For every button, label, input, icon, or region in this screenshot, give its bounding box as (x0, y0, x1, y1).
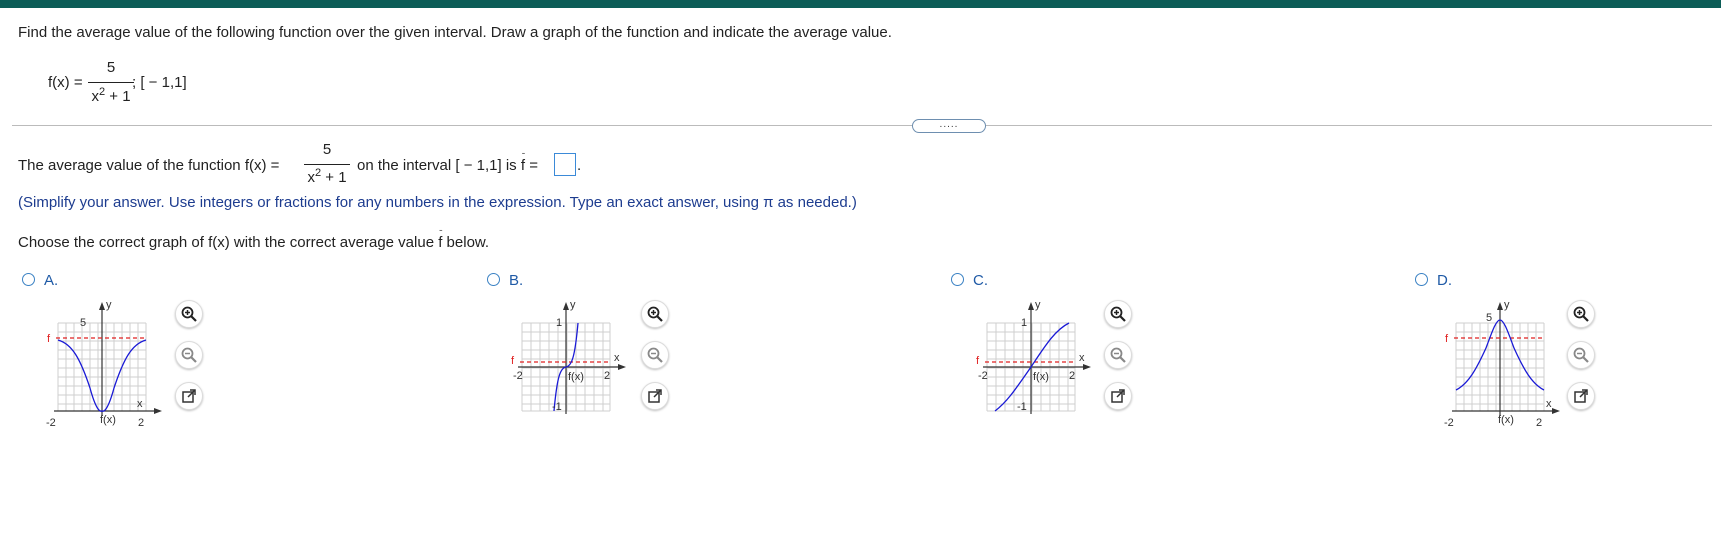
y-axis-label: y (570, 299, 576, 311)
x-axis-label: x (137, 398, 143, 410)
x-axis-label: x (1546, 398, 1552, 410)
avg-label: f (511, 355, 515, 367)
avg-label: f (47, 333, 51, 345)
section-divider (12, 125, 1712, 126)
graph-d: y 5 f x -2 f(x) 2 (1444, 299, 1560, 429)
question-prompt: Find the average value of the following … (18, 24, 892, 41)
x-max-label: 2 (138, 417, 144, 429)
function-lhs: f(x) = (48, 74, 83, 91)
answer-period: . (577, 157, 582, 174)
option-d-zoom-out-button[interactable] (1567, 341, 1595, 369)
option-a-label: A. (44, 272, 59, 289)
option-c-radio[interactable] (951, 273, 964, 286)
popout-icon (1111, 389, 1125, 403)
zoom-in-icon (1110, 306, 1126, 322)
answer-denominator: x2 + 1 (307, 167, 347, 186)
f-bar-symbol: ˉf = (520, 152, 538, 174)
option-b-label: B. (509, 272, 524, 289)
option-c-popout-button[interactable] (1104, 382, 1132, 410)
graph-a: y 5 f x -2 f(x) 2 (46, 299, 162, 429)
y-tick-label: 5 (1486, 312, 1492, 324)
choose-prompt: Choose the correct graph of f(x) with th… (18, 229, 490, 251)
function-interval: ; [ − 1,1] (132, 74, 187, 91)
avg-label: f (1445, 333, 1449, 345)
y-tick-top: 1 (1021, 317, 1027, 329)
option-d-label: D. (1437, 272, 1452, 289)
option-d-radio[interactable] (1415, 273, 1428, 286)
y-tick-label: 5 (80, 317, 86, 329)
function-fraction: 5 x2 + 1 (88, 59, 134, 109)
y-tick-top: 1 (556, 317, 562, 329)
option-b-popout-button[interactable] (641, 382, 669, 410)
fn-label: f(x) (1498, 414, 1514, 426)
average-value-input[interactable] (554, 153, 576, 176)
y-axis-label: y (106, 299, 112, 311)
graph-c: y 1 f x -2 f(x) 2 -1 (976, 299, 1091, 414)
option-d-popout-button[interactable] (1567, 382, 1595, 410)
option-b-zoom-in-button[interactable] (641, 300, 669, 328)
fn-label: f(x) (100, 414, 116, 426)
option-b-radio[interactable] (487, 273, 500, 286)
x-min-label: -2 (978, 370, 988, 382)
zoom-out-icon (1573, 347, 1589, 363)
y-tick-bottom: -1 (1017, 401, 1027, 413)
option-a-radio[interactable] (22, 273, 35, 286)
instruction-text: (Simplify your answer. Use integers or f… (18, 194, 857, 211)
x-min-label: -2 (46, 417, 56, 429)
zoom-in-icon (1573, 306, 1589, 322)
answer-lead-text: The average value of the function f(x) = (18, 157, 280, 174)
popout-icon (182, 389, 196, 403)
graph-b: y 1 f x -2 f(x) 2 -1 (511, 299, 626, 414)
option-c-zoom-out-button[interactable] (1104, 341, 1132, 369)
option-c-label: C. (973, 272, 988, 289)
option-a-zoom-in-button[interactable] (175, 300, 203, 328)
zoom-out-icon (181, 347, 197, 363)
option-c-zoom-in-button[interactable] (1104, 300, 1132, 328)
fn-label: f(x) (1033, 371, 1049, 383)
x-max-label: 2 (1536, 417, 1542, 429)
top-accent-bar (0, 0, 1721, 8)
option-a-popout-button[interactable] (175, 382, 203, 410)
fn-label: f(x) (568, 371, 584, 383)
option-d-zoom-in-button[interactable] (1567, 300, 1595, 328)
zoom-in-icon (647, 306, 663, 322)
y-axis-label: y (1504, 299, 1510, 311)
y-axis-label: y (1035, 299, 1041, 311)
answer-trail-text: on the interval [ − 1,1] is ˉf = (357, 152, 538, 174)
function-numerator: 5 (106, 59, 116, 76)
zoom-out-icon (647, 347, 663, 363)
popout-icon (648, 389, 662, 403)
zoom-out-icon (1110, 347, 1126, 363)
option-a-zoom-out-button[interactable] (175, 341, 203, 369)
x-axis-label: x (614, 352, 620, 364)
option-b-zoom-out-button[interactable] (641, 341, 669, 369)
x-min-label: -2 (1444, 417, 1454, 429)
y-tick-bottom: -1 (552, 401, 562, 413)
x-max-label: 2 (604, 370, 610, 382)
expand-more-button[interactable]: ..... (912, 119, 986, 133)
answer-fraction: 5 x2 + 1 (304, 141, 350, 191)
zoom-in-icon (181, 306, 197, 322)
function-denominator: x2 + 1 (91, 86, 131, 105)
answer-numerator: 5 (322, 141, 332, 158)
x-min-label: -2 (513, 370, 523, 382)
popout-icon (1574, 389, 1588, 403)
x-axis-label: x (1079, 352, 1085, 364)
x-max-label: 2 (1069, 370, 1075, 382)
avg-label: f (976, 355, 980, 367)
